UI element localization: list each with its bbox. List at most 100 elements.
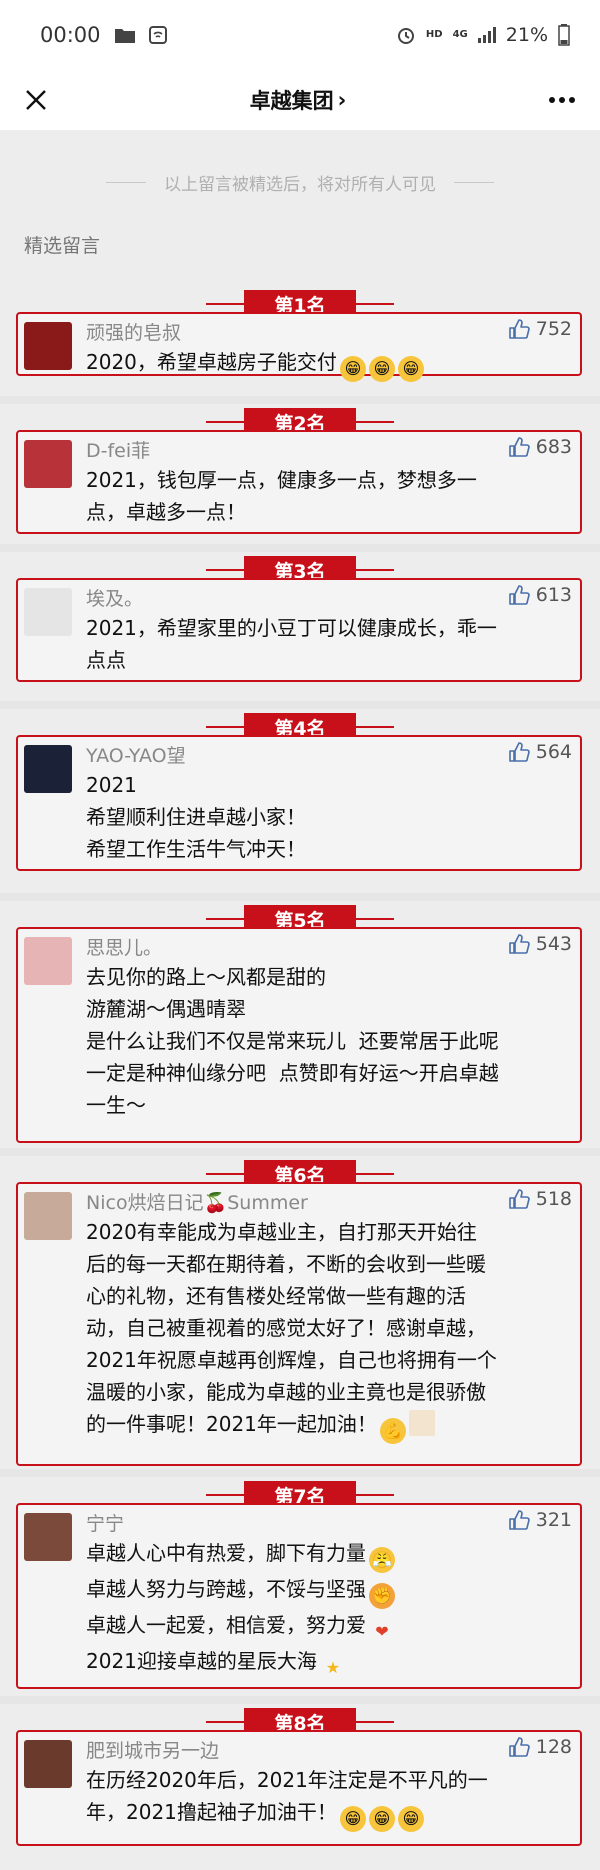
entry-separator bbox=[0, 893, 600, 901]
grin-emoji-icon: 😁 bbox=[397, 356, 424, 382]
chevron-right-icon: › bbox=[337, 88, 347, 112]
account-title[interactable]: 卓越集团 › bbox=[250, 85, 347, 115]
like-count: 752 bbox=[535, 318, 572, 340]
thumbs-up-icon bbox=[508, 1737, 530, 1757]
like-button[interactable]: 683 bbox=[508, 436, 572, 458]
avatar[interactable] bbox=[24, 588, 72, 636]
close-icon[interactable] bbox=[24, 88, 48, 112]
comment-body: 2020有幸能成为卓越业主，自打那天开始往 后的每一天都在期待着，不断的会收到一… bbox=[86, 1220, 497, 1436]
comment-card: 思思儿。 543 去见你的路上～风都是甜的 游麓湖～偶遇晴翠 是什么让我们不仅是常来… bbox=[16, 927, 582, 1143]
comment-card: Nico烘焙日记🍒Summer 518 2020有幸能成为卓越业主，自打那天开始往 … bbox=[16, 1182, 582, 1466]
commenter-name: 思思儿。 bbox=[86, 937, 163, 959]
comment-body: 在历经2020年后，2021年注定是不平凡的一 年，2021撸起袖子加油干！ bbox=[86, 1768, 488, 1824]
grin-emoji-icon: 😁 bbox=[339, 1806, 366, 1832]
like-button[interactable]: 752 bbox=[508, 318, 572, 340]
comment-line-text: 卓越人努力与跨越，不馁与坚强 bbox=[86, 1577, 366, 1601]
comment-card: D-fei菲 683 2021，钱包厚一点，健康多一点，梦想多一 点，卓越多一点！ bbox=[16, 430, 582, 534]
entry-separator bbox=[0, 1469, 600, 1477]
comment-body: 2021，希望家里的小豆丁可以健康成长，乖一 点点 bbox=[86, 616, 497, 672]
fight-emoji-icon: 😤 bbox=[369, 1547, 395, 1573]
avatar[interactable] bbox=[24, 745, 72, 793]
entry-separator bbox=[0, 1696, 600, 1704]
like-count: 128 bbox=[535, 1736, 572, 1758]
comment-line: 卓越人心中有热爱，脚下有力量 😤 bbox=[86, 1537, 560, 1573]
fist-emoji-icon: ✊ bbox=[369, 1583, 395, 1609]
comment-text: 去见你的路上～风都是甜的 游麓湖～偶遇晴翠 是什么让我们不仅是常来玩儿 还要常居… bbox=[86, 961, 560, 1121]
visibility-notice: 以上留言被精选后，将对所有人可见 bbox=[0, 170, 600, 195]
avatar[interactable] bbox=[24, 1740, 72, 1788]
like-button[interactable]: 321 bbox=[508, 1509, 572, 1531]
hd-indicator: HD bbox=[425, 29, 443, 40]
like-button[interactable]: 128 bbox=[508, 1736, 572, 1758]
like-count: 518 bbox=[535, 1188, 572, 1210]
avatar[interactable] bbox=[24, 322, 72, 370]
like-count: 543 bbox=[535, 933, 572, 955]
comment-line: 卓越人努力与跨越，不馁与坚强 ✊ bbox=[86, 1573, 560, 1609]
like-count: 613 bbox=[535, 584, 572, 606]
thumbs-up-icon bbox=[508, 1510, 530, 1530]
battery-percent: 21% bbox=[505, 24, 548, 46]
section-title: 精选留言 bbox=[24, 235, 101, 257]
wifi-box-icon bbox=[148, 26, 167, 44]
grin-emoji-icon: 😁 bbox=[397, 1806, 424, 1832]
star-emoji-icon: ★ bbox=[325, 1658, 341, 1677]
comment-text: 2021，希望家里的小豆丁可以健康成长，乖一 点点 bbox=[86, 612, 560, 676]
account-name: 卓越集团 bbox=[249, 89, 334, 113]
comment-card: 宁宁 321 卓越人心中有热爱，脚下有力量 😤 卓越人努力与跨越，不馁与坚强 ✊ 卓越人一起… bbox=[16, 1503, 582, 1689]
status-bar: 00:00 HD 4G 21% bbox=[0, 0, 600, 70]
entry-separator bbox=[0, 396, 600, 404]
battery-icon bbox=[558, 24, 570, 46]
nav-bar: 卓越集团 › bbox=[0, 70, 600, 130]
avatar[interactable] bbox=[24, 937, 72, 985]
avatar[interactable] bbox=[24, 440, 72, 488]
comment-body: 去见你的路上～风都是甜的 游麓湖～偶遇晴翠 是什么让我们不仅是常来玩儿 还要常居… bbox=[86, 965, 499, 1117]
thumbs-up-icon bbox=[508, 585, 530, 605]
commenter-name: 宁宁 bbox=[86, 1513, 125, 1535]
muscle-emoji-icon: 💪 bbox=[379, 1418, 406, 1444]
comment-text: 2020，希望卓越房子能交付 😁 😁 😁 bbox=[86, 346, 560, 382]
comment-line: 卓越人一起爱，相信爱，努力爱 ❤ bbox=[86, 1609, 560, 1645]
grin-emoji-icon: 😁 bbox=[368, 356, 395, 382]
commenter-name: D-fei菲 bbox=[86, 440, 151, 462]
commenter-name: 埃及。 bbox=[86, 588, 144, 610]
commenter-name: 肥到城市另一边 bbox=[86, 1740, 220, 1762]
like-button[interactable]: 564 bbox=[508, 741, 572, 763]
like-button[interactable]: 613 bbox=[508, 584, 572, 606]
divider-left bbox=[106, 182, 146, 183]
folder-icon bbox=[114, 29, 135, 43]
comment-text: 在历经2020年后，2021年注定是不平凡的一 年，2021撸起袖子加油干！ 😁 😁… bbox=[86, 1764, 560, 1832]
more-icon[interactable] bbox=[548, 96, 576, 104]
blank-emoji-icon bbox=[408, 1410, 435, 1436]
thumbs-up-icon bbox=[508, 742, 530, 762]
comment-line-text: 卓越人心中有热爱，脚下有力量 bbox=[86, 1541, 366, 1565]
comment-card: 埃及。 613 2021，希望家里的小豆丁可以健康成长，乖一 点点 bbox=[16, 578, 582, 682]
alarm-icon bbox=[397, 28, 414, 44]
comment-body: 2021，钱包厚一点，健康多一点，梦想多一 点，卓越多一点！ bbox=[86, 468, 477, 524]
comment-line-text: 卓越人一起爱，相信爱，努力爱 bbox=[86, 1613, 366, 1637]
comment-card: 顽强的皂叔 752 2020，希望卓越房子能交付 😁 😁 😁 bbox=[16, 312, 582, 382]
comments-area: 以上留言被精选后，将对所有人可见 精选留言 bbox=[0, 130, 600, 258]
commenter-name: Nico烘焙日记🍒Summer bbox=[86, 1192, 308, 1214]
grin-emoji-icon: 😁 bbox=[339, 356, 366, 382]
heart-emoji-icon: ❤ bbox=[375, 1622, 389, 1641]
thumbs-up-icon bbox=[508, 1189, 530, 1209]
like-button[interactable]: 543 bbox=[508, 933, 572, 955]
thumbs-up-icon bbox=[508, 319, 530, 339]
like-count: 683 bbox=[535, 436, 572, 458]
divider-right bbox=[454, 182, 494, 183]
comment-body: 2021 希望顺利住进卓越小家！ 希望工作生活牛气冲天！ bbox=[86, 773, 306, 861]
grin-emoji-icon: 😁 bbox=[368, 1806, 395, 1832]
comment-card: YAO-YAO望 564 2021 希望顺利住进卓越小家！ 希望工作生活牛气冲天！ bbox=[16, 735, 582, 871]
comment-text: 卓越人心中有热爱，脚下有力量 😤 卓越人努力与跨越，不馁与坚强 ✊ 卓越人一起爱，相信爱… bbox=[86, 1537, 560, 1681]
notice-text: 以上留言被精选后，将对所有人可见 bbox=[164, 175, 436, 195]
comment-body: 2020，希望卓越房子能交付 bbox=[86, 350, 337, 374]
thumbs-up-icon bbox=[508, 934, 530, 954]
commenter-name: YAO-YAO望 bbox=[86, 745, 186, 767]
like-button[interactable]: 518 bbox=[508, 1188, 572, 1210]
avatar[interactable] bbox=[24, 1513, 72, 1561]
avatar[interactable] bbox=[24, 1192, 72, 1240]
like-count: 564 bbox=[535, 741, 572, 763]
commenter-name: 顽强的皂叔 bbox=[86, 322, 182, 344]
status-time: 00:00 bbox=[40, 23, 101, 47]
entry-separator bbox=[0, 701, 600, 709]
